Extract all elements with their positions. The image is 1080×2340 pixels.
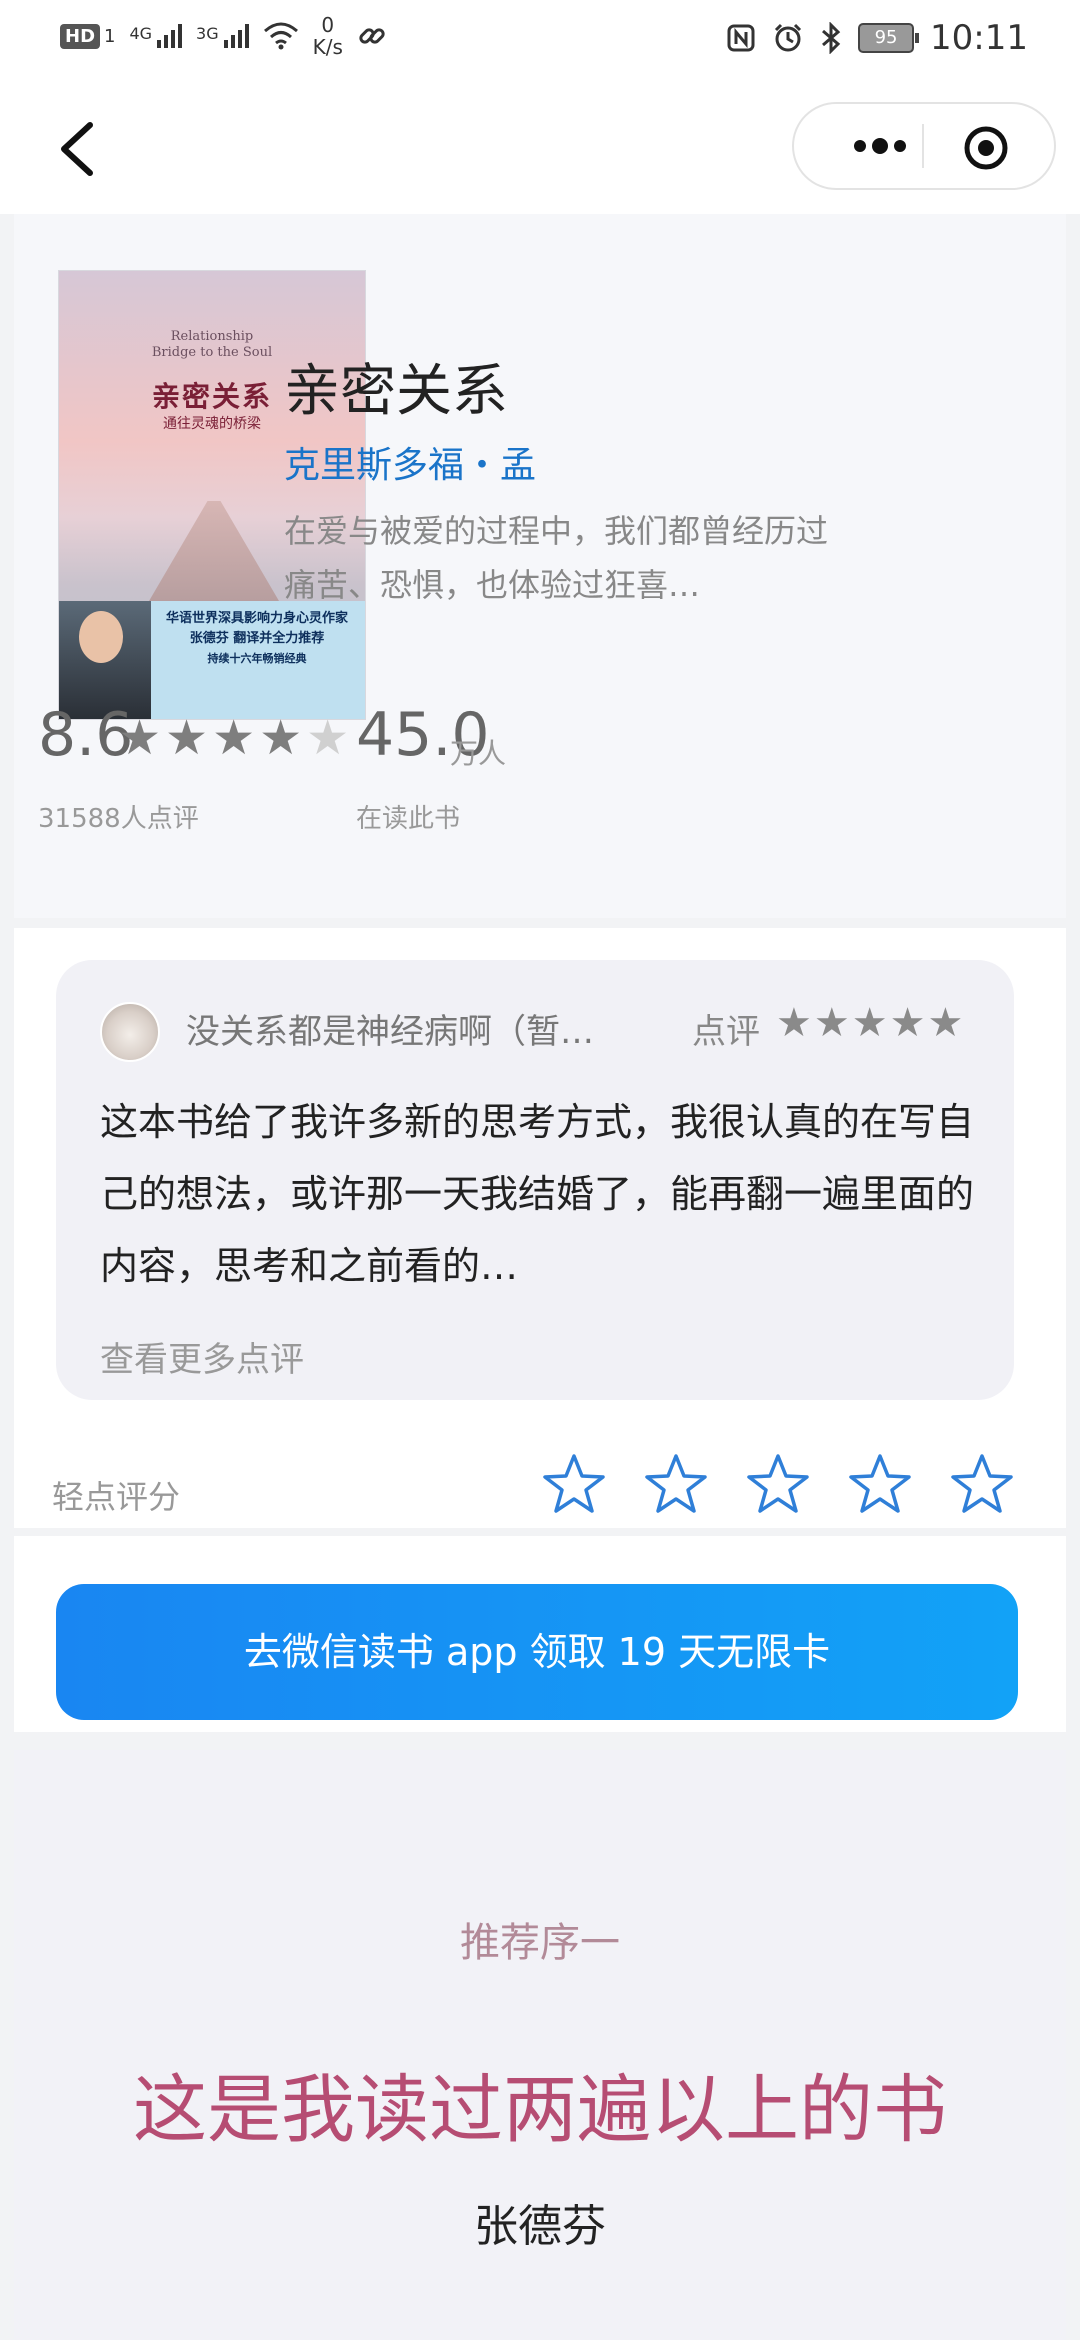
rate-star-5-icon[interactable] [950, 1452, 1014, 1516]
review-card[interactable]: 没关系都是神经病啊（暂… 点评 ★★★★★ 这本书给了我许多新的思考方式，我很认… [56, 960, 1014, 1400]
network-type-label: 4G [129, 24, 153, 43]
network-speed-value: 0 [321, 13, 335, 37]
rate-star-2-icon[interactable] [644, 1452, 708, 1516]
preface-section: 推荐序一 这是我读过两遍以上的书 张德芬 [14, 1750, 1066, 2340]
bluetooth-icon [822, 22, 841, 54]
cover-blurb: 华语世界深具影响力身心灵作家 张德芬 翻译并全力推荐 持续十六年畅销经典 [155, 609, 359, 669]
quick-rating-label: 轻点评分 [52, 1478, 181, 1516]
book-description[interactable]: 在爱与被爱的过程中，我们都曾经历过痛苦、恐惧，也体验过狂喜… [284, 504, 844, 612]
status-bar: HD 1 4G 3G 0 K/s 95 10:11 [0, 0, 1080, 84]
star-icon: ★ [306, 710, 354, 766]
more-reviews-link[interactable]: 查看更多点评 [100, 1332, 304, 1381]
rating-count: 31588人点评 [38, 804, 199, 834]
preface-label: 推荐序一 [460, 1920, 620, 1966]
avatar[interactable] [100, 1002, 160, 1062]
preface-author: 张德芬 [474, 2201, 606, 2252]
mini-program-capsule [792, 102, 1056, 190]
sim-slot-label: 1 [104, 25, 116, 47]
rate-star-3-icon[interactable] [746, 1452, 810, 1516]
nav-bar [0, 84, 1080, 214]
star-icon: ★ [212, 710, 260, 766]
cover-blurb-line: 张德芬 翻译并全力推荐 [189, 631, 325, 646]
get-unlimited-card-button[interactable]: 去微信读书 app 领取 19 天无限卡 [56, 1584, 1018, 1720]
network-type-label: 3G [196, 24, 219, 43]
signal-3g-icon: 3G [196, 24, 249, 48]
close-mini-program-icon[interactable] [962, 124, 1010, 172]
cover-blurb-line: 华语世界深具影响力身心灵作家 [165, 611, 348, 626]
review-stars: ★★★★★ [776, 1000, 966, 1046]
cover-blurb-line: 持续十六年畅销经典 [207, 652, 307, 665]
rate-star-4-icon[interactable] [848, 1452, 912, 1516]
preface-title: 这是我读过两遍以上的书 [133, 2067, 947, 2153]
network-speed: 0 K/s [313, 14, 343, 58]
book-info-card: Relationship Bridge to the Soul 亲密关系 通往灵… [14, 214, 1066, 918]
review-label: 点评 [692, 1012, 760, 1052]
quick-rating-stars [542, 1452, 1014, 1516]
rate-star-1-icon[interactable] [542, 1452, 606, 1516]
clock: 10:11 [930, 18, 1028, 58]
hd-badge: HD [60, 23, 101, 49]
signal-4g-icon: 4G [129, 24, 183, 48]
book-cover[interactable]: Relationship Bridge to the Soul 亲密关系 通往灵… [58, 270, 366, 720]
book-author-link[interactable]: 克里斯多福・孟 [284, 436, 536, 488]
book-title: 亲密关系 [284, 359, 508, 424]
capsule-divider [922, 124, 924, 168]
battery-icon: 95 [858, 23, 920, 53]
star-icon: ★ [165, 710, 213, 766]
nfc-icon [727, 24, 755, 52]
reading-count-unit: 万人 [450, 737, 507, 770]
status-left: HD 1 4G 3G 0 K/s [60, 14, 387, 58]
more-icon[interactable] [830, 124, 920, 168]
cta-section: 去微信读书 app 领取 19 天无限卡 [14, 1536, 1066, 1732]
status-right: 95 10:11 [726, 18, 1028, 58]
review-text: 这本书给了我许多新的思考方式，我很认真的在写自己的想法，或许那一天我结婚了，能再… [100, 1100, 975, 1288]
wifi-icon [263, 22, 298, 50]
alarm-icon [774, 23, 802, 52]
network-speed-unit: K/s [312, 35, 343, 59]
review-section: 没关系都是神经病啊（暂… 点评 ★★★★★ 这本书给了我许多新的思考方式，我很认… [14, 928, 1066, 1528]
review-username: 没关系都是神经病啊（暂… [186, 1012, 594, 1052]
cover-author-face [79, 611, 123, 663]
cover-pier-illustration [149, 501, 279, 601]
star-icon: ★ [118, 710, 166, 766]
star-icon: ★ [259, 710, 307, 766]
cover-english-title-line: Relationship [170, 329, 254, 344]
reading-label: 在读此书 [356, 804, 461, 834]
back-icon[interactable] [50, 119, 110, 179]
link-icon [359, 28, 385, 44]
rating-stars: ★★★★★ [118, 710, 353, 766]
